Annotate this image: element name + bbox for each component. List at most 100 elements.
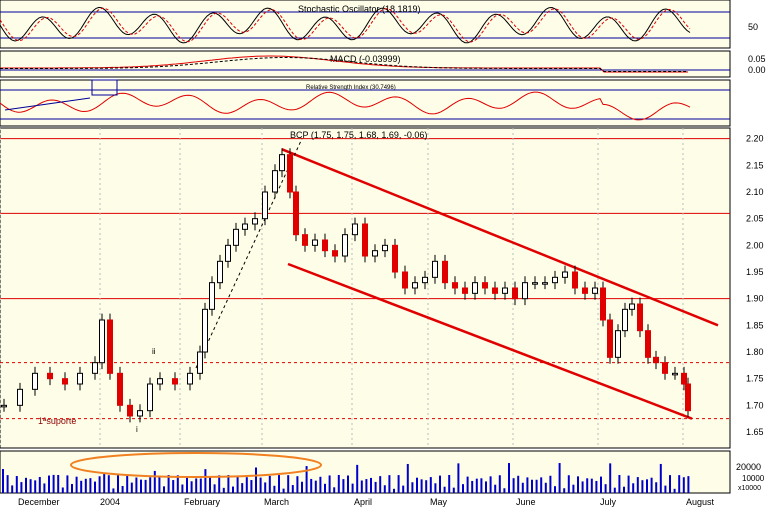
candle-body: [402, 271, 408, 289]
macd-panel: MACD (-0.03999) 0.05 0.00: [0, 50, 766, 78]
candle-body: [99, 319, 105, 364]
candle-body: [653, 356, 659, 364]
candle-body: [615, 330, 621, 358]
candle-body: [681, 372, 687, 385]
rsi-label: Relative Strength Index (30.7496): [306, 85, 396, 91]
candle-body: [202, 308, 208, 353]
x-tick-label: July: [600, 497, 617, 507]
candle-body: [242, 223, 248, 230]
candle-body: [32, 372, 38, 390]
candle-body: [312, 239, 318, 246]
candle-body: [607, 319, 613, 358]
x-tick-label: April: [354, 497, 372, 507]
candle-body: [262, 191, 268, 220]
candle-body: [272, 170, 278, 193]
candle-body: [197, 351, 203, 374]
y-tick-label: 1.85: [746, 320, 764, 330]
stochastic-label: Stochastic Oscillator (18.1819): [298, 4, 421, 14]
candle-body: [412, 282, 418, 289]
candle-body: [332, 250, 338, 257]
candle-body: [392, 244, 398, 273]
candle-body: [372, 250, 378, 257]
candle-body: [422, 276, 428, 284]
y-tick-label: 2.20: [746, 134, 764, 144]
candle-body: [342, 234, 348, 257]
candle-body: [287, 154, 293, 193]
stochastic-panel: Stochastic Oscillator (18.1819) 50: [0, 0, 758, 49]
candle-body: [452, 282, 458, 289]
candle-body: [552, 276, 558, 284]
candle-body: [492, 287, 498, 294]
candle-body: [62, 378, 68, 385]
annotation-support: 1ªsuporte: [38, 416, 76, 426]
candle-body: [582, 287, 588, 294]
candle-body: [252, 218, 258, 225]
candle-body: [302, 234, 308, 246]
candle-body: [472, 282, 478, 294]
rsi-panel: Relative Strength Index (30.7496): [0, 79, 731, 127]
candle-body: [157, 378, 163, 385]
macd-tick-2: 0.00: [748, 65, 766, 75]
y-tick-label: 2.00: [746, 240, 764, 250]
candle-body: [562, 271, 568, 278]
x-tick-label: May: [430, 497, 448, 507]
stochastic-tick: 50: [748, 22, 758, 32]
candle-body: [187, 372, 193, 385]
x-tick-label: February: [184, 497, 221, 507]
candle-body: [442, 260, 448, 284]
x-tick-label: June: [516, 497, 536, 507]
y-tick-label: 2.10: [746, 187, 764, 197]
candle-body: [147, 383, 153, 412]
y-tick-label: 1.75: [746, 374, 764, 384]
candle-body: [293, 191, 299, 236]
candle-body: [502, 287, 508, 294]
candle-body: [352, 223, 358, 236]
volume-panel: 20000 10000 x10000: [0, 450, 765, 494]
candle-body: [629, 303, 635, 310]
candle-body: [685, 383, 691, 412]
candle-body: [225, 244, 231, 262]
y-tick-label: 2.05: [746, 214, 764, 224]
macd-label: MACD (-0.03999): [330, 54, 401, 64]
y-tick-label: 1.65: [746, 427, 764, 437]
candle-body: [600, 287, 606, 321]
candle-body: [382, 244, 388, 252]
candle-body: [662, 362, 668, 374]
candle-body: [107, 319, 113, 374]
annotation-i: i: [136, 425, 138, 434]
y-tick-label: 1.70: [746, 400, 764, 410]
candle-body: [637, 303, 643, 332]
candle-body: [17, 388, 23, 406]
price-panel: 2.20 2.15 2.10 2.05 2.00 1.95 1.90 1.85 1.80 1.75…: [0, 127, 764, 449]
candle-body: [522, 282, 528, 300]
macd-tick-1: 0.05: [748, 54, 766, 64]
y-tick-label: 1.95: [746, 267, 764, 277]
x-tick-label: March: [264, 497, 289, 507]
candle-body: [217, 260, 223, 284]
y-tick-label: 1.90: [746, 294, 764, 304]
bcp-label: BCP (1.75, 1.75, 1.68, 1.69, -0.06): [290, 130, 427, 140]
candle-body: [322, 239, 328, 252]
candle-body: [592, 287, 598, 294]
candle-body: [92, 362, 98, 374]
candle-body: [432, 260, 438, 278]
candle-body: [572, 271, 578, 289]
annotation-ii: ii: [152, 347, 156, 356]
candle-body: [645, 330, 651, 358]
x-tick-label: 2004: [100, 497, 120, 507]
candle-body: [233, 228, 239, 246]
candle-body: [117, 372, 123, 406]
candle-body: [482, 282, 488, 289]
volume-tick-2: 10000: [742, 474, 765, 483]
candle-body: [47, 372, 53, 380]
candle-body: [279, 154, 285, 172]
y-tick-label: 2.15: [746, 160, 764, 170]
candle-body: [532, 282, 538, 285]
candle-body: [172, 378, 178, 385]
candle-body: [462, 287, 468, 294]
candle-body: [127, 404, 133, 417]
candle-body: [1, 404, 7, 408]
volume-tick-small: x10000: [738, 485, 761, 492]
stock-chart: Stochastic Oscillator (18.1819) 50 MACD …: [0, 0, 774, 507]
candle-body: [362, 223, 368, 257]
